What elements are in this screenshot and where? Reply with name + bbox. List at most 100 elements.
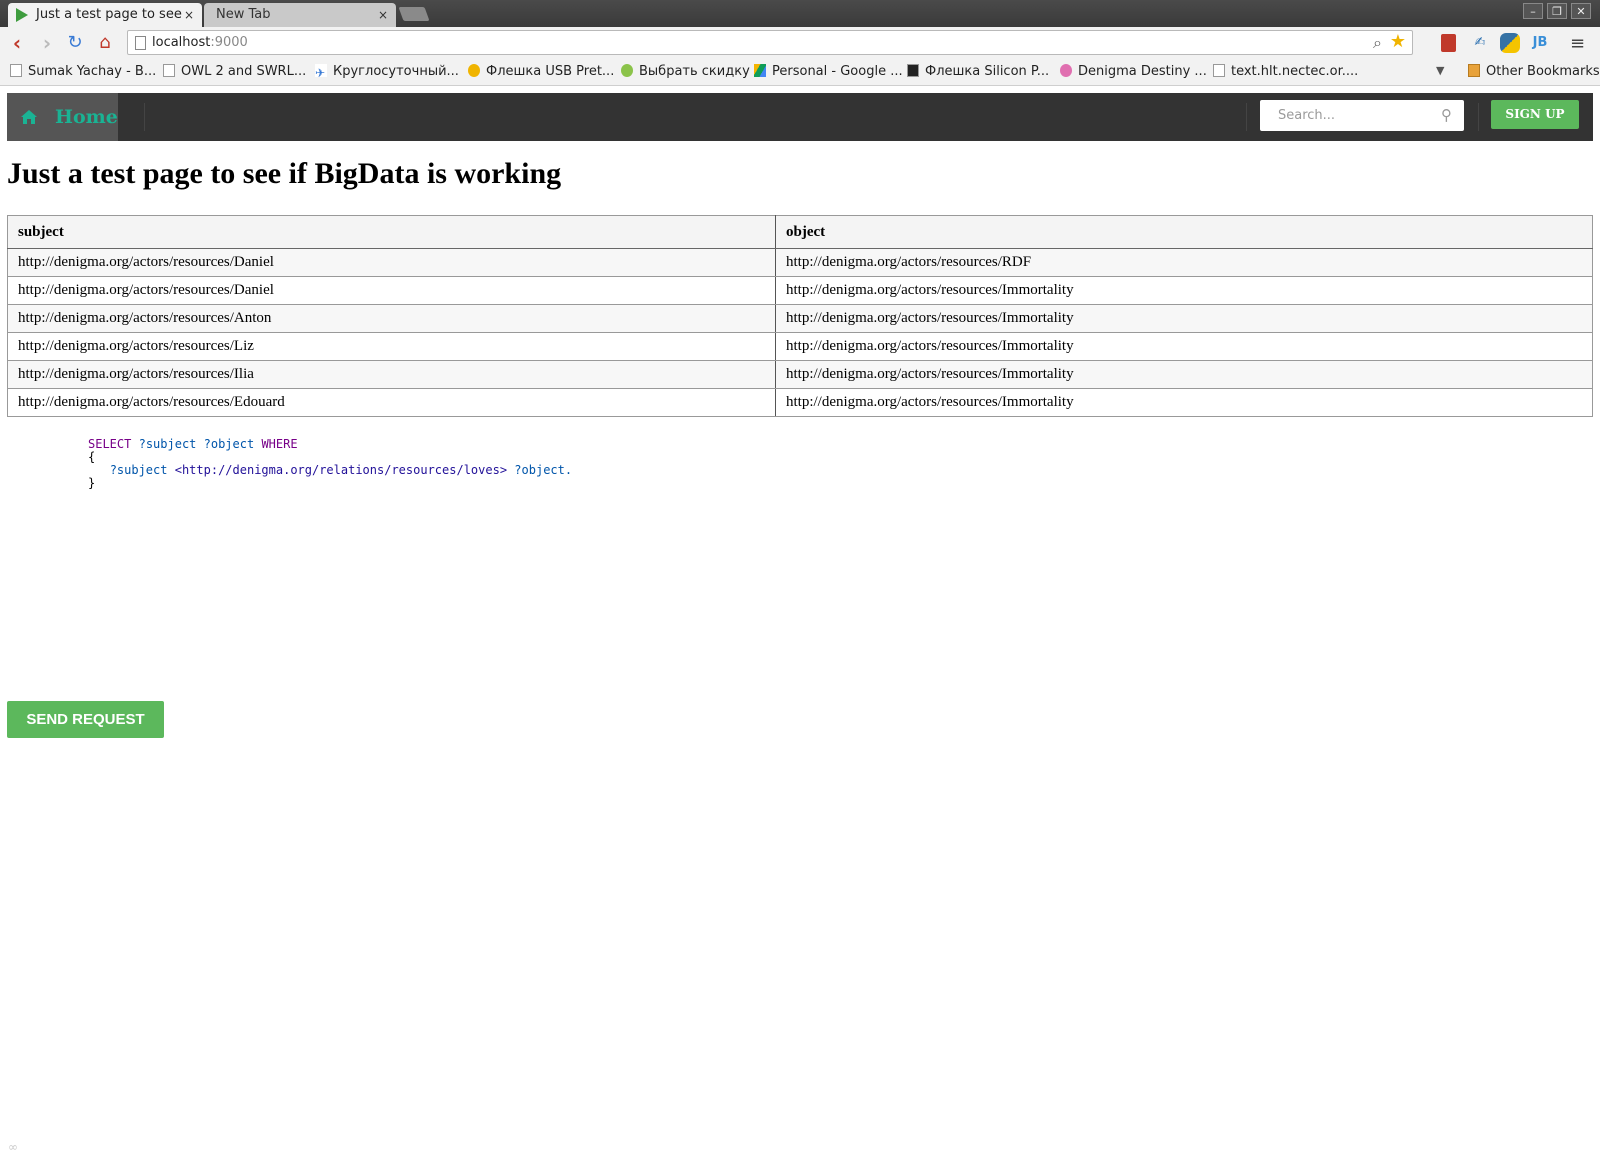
other-bookmarks[interactable]: Other Bookmarks — [1468, 63, 1600, 81]
minimize-button[interactable]: – — [1523, 3, 1543, 19]
bookmark-label: Denigma Destiny ... — [1078, 64, 1207, 79]
table-header-row: subject object — [7, 215, 1593, 249]
object-cell: http://denigma.org/actors/resources/Immo… — [775, 332, 1593, 361]
column-header-subject: subject — [7, 215, 776, 249]
bookmark-label: Флешка Silicon P... — [925, 64, 1050, 79]
zoom-icon[interactable]: ⌕ — [1373, 31, 1382, 54]
python-extension-icon[interactable] — [1500, 33, 1520, 53]
discount-icon — [621, 64, 633, 77]
bookmark-label: Other Bookmarks — [1486, 64, 1600, 79]
forward-icon[interactable]: › — [35, 31, 59, 55]
page-icon — [163, 64, 175, 77]
nav-divider — [1246, 103, 1247, 131]
bookmark-item[interactable]: OWL 2 and SWRL... — [163, 63, 306, 81]
search-icon[interactable]: ⚲ — [1441, 100, 1452, 131]
bookmark-item[interactable]: Флешка Silicon P... — [907, 63, 1049, 81]
object-cell: http://denigma.org/actors/resources/Immo… — [775, 388, 1593, 417]
nav-divider — [1478, 103, 1479, 131]
bookmark-item[interactable]: Флешка USB Pret... — [468, 63, 614, 81]
browser-titlebar: Just a test page to see × New Tab × – ❐ … — [0, 0, 1600, 27]
tab-close-icon[interactable]: × — [184, 3, 194, 27]
restore-button[interactable]: ❐ — [1547, 3, 1567, 19]
reload-icon[interactable]: ↻ — [63, 31, 87, 55]
bookmark-item[interactable]: Выбрать скидку — [621, 63, 750, 81]
subject-cell: http://denigma.org/actors/resources/Edou… — [7, 388, 776, 417]
subject-variable: ?subject — [109, 463, 168, 477]
search-field[interactable]: ⚲ — [1260, 100, 1464, 131]
object-cell: http://denigma.org/actors/resources/Immo… — [775, 276, 1593, 305]
predicate-uri: <http://denigma.org/relations/resources/… — [174, 463, 508, 477]
results-table: subject object http://denigma.org/actors… — [7, 215, 1593, 417]
bookmark-item[interactable]: Personal - Google ... — [754, 63, 903, 81]
table-row: http://denigma.org/actors/resources/Edou… — [7, 388, 1593, 417]
select-keyword: SELECT — [88, 437, 132, 451]
bookmark-label: Выбрать скидку — [639, 64, 750, 79]
object-variable: ?object — [203, 437, 255, 451]
tab-active[interactable]: Just a test page to see × — [8, 3, 202, 27]
back-icon[interactable]: ‹ — [5, 31, 29, 55]
column-header-object: object — [775, 215, 1593, 249]
subject-cell: http://denigma.org/actors/resources/Liz — [7, 332, 776, 361]
jetbrains-extension-icon[interactable]: JB — [1530, 33, 1550, 53]
table-row: http://denigma.org/actors/resources/Anto… — [7, 304, 1593, 333]
tab-title: New Tab — [216, 7, 271, 22]
store-icon — [907, 64, 919, 77]
bookmark-label: Personal - Google ... — [772, 64, 903, 79]
page-icon — [135, 36, 146, 50]
coin-icon — [468, 64, 480, 77]
table-row: http://denigma.org/actors/resources/Dani… — [7, 248, 1593, 277]
table-row: http://denigma.org/actors/resources/Dani… — [7, 276, 1593, 305]
where-keyword: WHERE — [261, 437, 298, 451]
address-bar[interactable]: localhost:9000 ⌕ ★ — [127, 30, 1413, 55]
bookmark-item[interactable]: Sumak Yachay - B... — [10, 63, 156, 81]
book-extension-icon[interactable] — [1441, 34, 1456, 52]
browser-toolbar: ‹ › ↻ ⌂ localhost:9000 ⌕ ★ ✍ JB ≡ — [0, 27, 1600, 59]
subject-cell: http://denigma.org/actors/resources/Ilia — [7, 360, 776, 389]
bookmark-label: Круглосуточный... — [333, 64, 459, 79]
bookmark-label: Sumak Yachay - B... — [28, 64, 157, 79]
page-icon — [1213, 64, 1225, 77]
object-cell: http://denigma.org/actors/resources/Immo… — [775, 304, 1593, 333]
bookmark-item[interactable]: text.hlt.nectec.or.... — [1213, 63, 1358, 81]
home-link[interactable]: Home — [7, 93, 118, 141]
tab-new[interactable]: New Tab × — [204, 3, 396, 27]
address-port: :9000 — [210, 35, 248, 50]
subject-cell: http://denigma.org/actors/resources/Anto… — [7, 304, 776, 333]
star-icon[interactable]: ★ — [1390, 30, 1406, 53]
link-icon: ∞ — [8, 1140, 18, 1154]
site-navbar: Home ⚲ SIGN UP — [7, 93, 1593, 141]
bookmarks-bar: Sumak Yachay - B... OWL 2 and SWRL... ✈ К… — [0, 59, 1600, 86]
home-icon — [20, 93, 40, 143]
home-icon[interactable]: ⌂ — [93, 31, 117, 55]
signature-extension-icon[interactable]: ✍ — [1470, 33, 1490, 53]
page-title: Just a test page to see if BigData is wo… — [7, 157, 562, 190]
statement-terminator: . — [564, 463, 573, 477]
chrome-menu-icon[interactable]: ≡ — [1570, 33, 1585, 54]
send-request-button[interactable]: SEND REQUEST — [7, 701, 164, 738]
folder-icon — [1468, 64, 1480, 77]
new-tab-button[interactable] — [398, 7, 430, 21]
open-brace: { — [88, 450, 96, 464]
play-icon — [16, 8, 28, 22]
chevron-down-icon[interactable]: ▼ — [1436, 64, 1444, 77]
sparql-query-editor[interactable]: SELECT ?subject ?object WHERE { ?subject… — [88, 438, 572, 490]
sign-up-button[interactable]: SIGN UP — [1491, 100, 1579, 129]
tab-close-icon[interactable]: × — [378, 3, 388, 27]
bookmark-label: text.hlt.nectec.or.... — [1231, 64, 1359, 79]
page-icon — [10, 64, 22, 77]
bookmark-label: OWL 2 and SWRL... — [181, 64, 307, 79]
close-brace: } — [88, 476, 96, 490]
bookmark-item[interactable]: Denigma Destiny ... — [1060, 63, 1207, 81]
subject-cell: http://denigma.org/actors/resources/Dani… — [7, 276, 776, 305]
table-row: http://denigma.org/actors/resources/Ilia… — [7, 360, 1593, 389]
subject-cell: http://denigma.org/actors/resources/Dani… — [7, 248, 776, 277]
table-row: http://denigma.org/actors/resources/Liz … — [7, 332, 1593, 361]
subject-variable: ?subject — [138, 437, 197, 451]
address-host: localhost — [152, 35, 211, 50]
close-window-button[interactable]: ✕ — [1571, 3, 1591, 19]
nav-divider — [144, 103, 145, 131]
bookmark-item[interactable]: ✈ Круглосуточный... — [315, 63, 459, 81]
object-cell: http://denigma.org/actors/resources/Immo… — [775, 360, 1593, 389]
denigma-icon — [1060, 64, 1072, 77]
search-input[interactable] — [1276, 107, 1430, 124]
